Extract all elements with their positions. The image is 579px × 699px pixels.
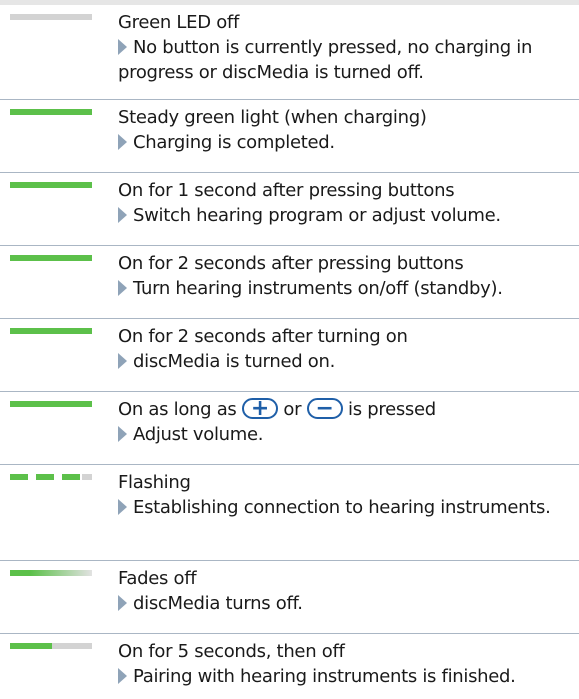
led-state-desc-text: discMedia turns off. bbox=[133, 593, 303, 614]
triangle-right-icon bbox=[118, 134, 127, 150]
led-row-text: On for 1 second after pressing buttons S… bbox=[118, 178, 573, 228]
led-state-description: Switch hearing program or adjust volume. bbox=[118, 203, 573, 228]
led-row-off: Green LED off No button is currently pre… bbox=[0, 5, 579, 100]
led-state-title: On for 2 seconds after pressing buttons bbox=[118, 253, 464, 274]
led-indicator-solid bbox=[10, 109, 92, 115]
led-state-desc-text: Charging is completed. bbox=[133, 132, 335, 153]
led-state-title: On as long as + or − is pressed bbox=[118, 396, 573, 422]
minus-glyph: − bbox=[315, 396, 334, 421]
led-state-description: No button is currently pressed, no charg… bbox=[118, 35, 573, 85]
triangle-right-icon bbox=[118, 595, 127, 611]
led-indicator-solid bbox=[10, 401, 92, 407]
led-indicator-off bbox=[10, 14, 92, 20]
led-row-text: On as long as + or − is pressed Adjust v… bbox=[118, 396, 573, 447]
triangle-right-icon bbox=[118, 353, 127, 369]
led-row-flashing: Flashing Establishing connection to hear… bbox=[0, 465, 579, 561]
led-indicator-partial bbox=[10, 643, 92, 649]
led-row-text: Steady green light (when charging) Charg… bbox=[118, 105, 573, 155]
title-suffix: is pressed bbox=[348, 399, 436, 420]
triangle-right-icon bbox=[118, 207, 127, 223]
led-state-title: Green LED off bbox=[118, 12, 240, 33]
led-indicator-solid bbox=[10, 182, 92, 188]
plus-button-icon: + bbox=[241, 396, 278, 421]
led-indicator-solid bbox=[10, 328, 92, 334]
led-row-volume: On as long as + or − is pressed Adjust v… bbox=[0, 392, 579, 465]
led-state-title: On for 2 seconds after turning on bbox=[118, 326, 408, 347]
led-row-text: Green LED off No button is currently pre… bbox=[118, 10, 573, 85]
led-row-text: On for 2 seconds after turning on discMe… bbox=[118, 324, 573, 374]
led-row-text: On for 2 seconds after pressing buttons … bbox=[118, 251, 573, 301]
led-state-desc-text: Establishing connection to hearing instr… bbox=[133, 497, 551, 518]
minus-button-icon: − bbox=[306, 396, 343, 421]
led-indicator-solid bbox=[10, 255, 92, 261]
triangle-right-icon bbox=[118, 499, 127, 515]
led-state-title: On for 5 seconds, then off bbox=[118, 641, 345, 662]
triangle-right-icon bbox=[118, 39, 127, 55]
led-indicator-flashing bbox=[10, 474, 92, 480]
led-row-fades-off: Fades off discMedia turns off. bbox=[0, 561, 579, 634]
led-state-desc-text: No button is currently pressed, no charg… bbox=[118, 37, 533, 83]
led-state-title: Fades off bbox=[118, 568, 197, 589]
led-state-description: discMedia is turned on. bbox=[118, 349, 573, 374]
title-prefix: On as long as bbox=[118, 399, 237, 420]
led-indicator-fading bbox=[10, 570, 92, 576]
led-state-description: Pairing with hearing instruments is fini… bbox=[118, 664, 573, 689]
led-state-title: Flashing bbox=[118, 472, 191, 493]
led-state-title: Steady green light (when charging) bbox=[118, 107, 427, 128]
led-row-1-second: On for 1 second after pressing buttons S… bbox=[0, 173, 579, 246]
led-state-description: Establishing connection to hearing instr… bbox=[118, 495, 573, 520]
led-state-desc-text: discMedia is turned on. bbox=[133, 351, 336, 372]
led-state-description: Turn hearing instruments on/off (standby… bbox=[118, 276, 573, 301]
led-state-desc-text: Switch hearing program or adjust volume. bbox=[133, 205, 501, 226]
led-state-desc-text: Adjust volume. bbox=[133, 424, 264, 445]
led-row-2-seconds-buttons: On for 2 seconds after pressing buttons … bbox=[0, 246, 579, 319]
plus-glyph: + bbox=[250, 396, 269, 421]
led-row-text: Flashing Establishing connection to hear… bbox=[118, 470, 573, 520]
led-state-desc-text: Turn hearing instruments on/off (standby… bbox=[133, 278, 503, 299]
led-row-charging: Steady green light (when charging) Charg… bbox=[0, 100, 579, 173]
led-state-description: Adjust volume. bbox=[118, 422, 573, 447]
led-state-title: On for 1 second after pressing buttons bbox=[118, 180, 455, 201]
led-state-desc-text: Pairing with hearing instruments is fini… bbox=[133, 666, 516, 687]
led-state-description: discMedia turns off. bbox=[118, 591, 573, 616]
triangle-right-icon bbox=[118, 426, 127, 442]
led-row-text: On for 5 seconds, then off Pairing with … bbox=[118, 639, 573, 689]
triangle-right-icon bbox=[118, 668, 127, 684]
title-middle: or bbox=[283, 399, 302, 420]
triangle-right-icon bbox=[118, 280, 127, 296]
led-state-description: Charging is completed. bbox=[118, 130, 573, 155]
led-row-5-seconds: On for 5 seconds, then off Pairing with … bbox=[0, 634, 579, 699]
led-row-text: Fades off discMedia turns off. bbox=[118, 566, 573, 616]
led-row-2-seconds-on: On for 2 seconds after turning on discMe… bbox=[0, 319, 579, 392]
